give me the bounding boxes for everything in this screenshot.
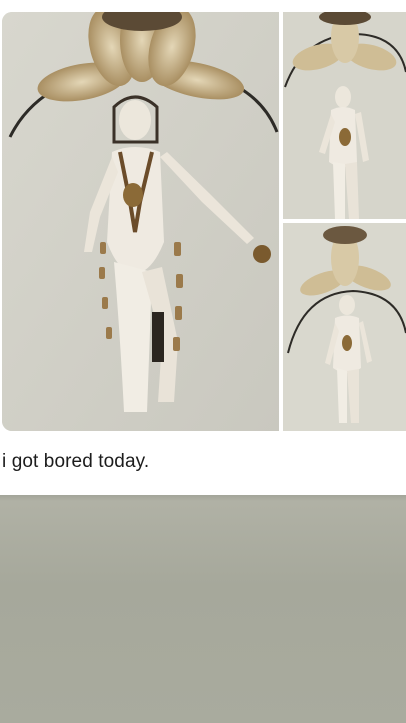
doll-photo-image: [283, 223, 406, 431]
post-card: i got bored today.: [0, 0, 406, 495]
doll-photo-image: [283, 12, 406, 219]
post-caption: i got bored today.: [2, 451, 150, 472]
photo-gallery: [0, 12, 406, 431]
photo-main[interactable]: [2, 12, 279, 431]
background-area: [0, 495, 406, 723]
photo-side-top[interactable]: [283, 12, 406, 219]
card-shadow: [0, 495, 406, 501]
doll-photo-image: [2, 12, 279, 431]
photo-side-bottom[interactable]: [283, 223, 406, 431]
